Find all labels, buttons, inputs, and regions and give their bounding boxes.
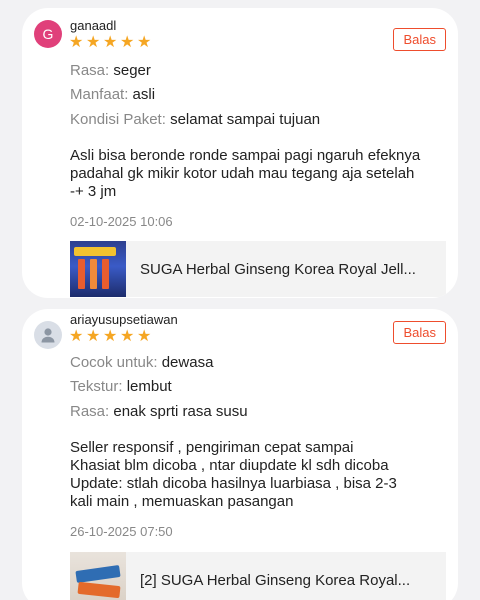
star-icon: ★ bbox=[120, 328, 135, 345]
review-text-line: padahal gk mikir kotor udah mau tegang a… bbox=[70, 165, 415, 182]
star-icon: ★ bbox=[137, 34, 152, 51]
review-text-line: kali main , memuaskan pasangan bbox=[70, 493, 294, 510]
reply-button[interactable]: Balas bbox=[393, 321, 446, 344]
attribute-key: Rasa: bbox=[70, 62, 110, 79]
star-icon: ★ bbox=[69, 34, 84, 51]
attribute-value: selamat sampai tujuan bbox=[170, 111, 321, 128]
review-date: 26-10-2025 07:50 bbox=[70, 524, 173, 539]
review-text: Seller responsif , pengiriman cepat samp… bbox=[70, 439, 450, 511]
attribute-value: lembut bbox=[126, 378, 172, 395]
review-card: G ganaadl ★ ★ ★ ★ ★ Balas Rasa: seger Ma… bbox=[22, 8, 458, 298]
review-attribute: Kondisi Paket: selamat sampai tujuan bbox=[70, 111, 320, 128]
attribute-key: Kondisi Paket: bbox=[70, 111, 166, 128]
attribute-key: Manfaat: bbox=[70, 86, 129, 103]
product-name: [2] SUGA Herbal Ginseng Korea Royal... bbox=[140, 571, 411, 589]
star-icon: ★ bbox=[103, 328, 118, 345]
review-attribute: Cocok untuk: dewasa bbox=[70, 354, 213, 371]
review-attribute: Rasa: seger bbox=[70, 62, 151, 79]
attribute-value: seger bbox=[113, 62, 151, 79]
star-icon: ★ bbox=[103, 34, 118, 51]
product-link[interactable]: SUGA Herbal Ginseng Korea Royal Jell... bbox=[70, 241, 446, 297]
product-name: SUGA Herbal Ginseng Korea Royal Jell... bbox=[140, 260, 416, 278]
star-icon: ★ bbox=[120, 34, 135, 51]
avatar-letter: G bbox=[42, 26, 54, 42]
star-icon: ★ bbox=[137, 328, 152, 345]
review-attribute: Manfaat: asli bbox=[70, 86, 155, 103]
star-icon: ★ bbox=[86, 328, 101, 345]
review-attribute: Rasa: enak sprti rasa susu bbox=[70, 403, 248, 420]
review-card: ariayusupsetiawan ★ ★ ★ ★ ★ Balas Cocok … bbox=[22, 309, 458, 600]
review-text-line: -+ 3 jm bbox=[70, 183, 117, 200]
review-text-line: Asli bisa beronde ronde sampai pagi ngar… bbox=[70, 147, 421, 164]
reviewer-username: ganaadl bbox=[70, 18, 117, 33]
product-thumbnail bbox=[70, 241, 126, 297]
attribute-key: Rasa: bbox=[70, 403, 110, 420]
review-text-line: Seller responsif , pengiriman cepat samp… bbox=[70, 439, 354, 456]
product-link[interactable]: [2] SUGA Herbal Ginseng Korea Royal... bbox=[70, 552, 446, 600]
product-thumbnail bbox=[70, 552, 126, 600]
review-date: 02-10-2025 10:06 bbox=[70, 214, 173, 229]
reviewer-username: ariayusupsetiawan bbox=[70, 312, 178, 327]
avatar[interactable] bbox=[34, 321, 62, 349]
attribute-value: asli bbox=[132, 86, 156, 103]
rating-stars: ★ ★ ★ ★ ★ bbox=[69, 328, 152, 345]
attribute-key: Cocok untuk: bbox=[70, 354, 158, 371]
review-text-line: Khasiat blm dicoba , ntar diupdate kl sd… bbox=[70, 457, 389, 474]
attribute-value: dewasa bbox=[161, 354, 214, 371]
star-icon: ★ bbox=[69, 328, 84, 345]
reply-button[interactable]: Balas bbox=[393, 28, 446, 51]
star-icon: ★ bbox=[86, 34, 101, 51]
user-icon bbox=[41, 328, 55, 343]
review-text: Asli bisa beronde ronde sampai pagi ngar… bbox=[70, 147, 450, 201]
attribute-value: enak sprti rasa susu bbox=[113, 403, 248, 420]
avatar[interactable]: G bbox=[34, 20, 62, 48]
review-attribute: Tekstur: lembut bbox=[70, 378, 172, 395]
review-text-line: Update: stlah dicoba hasilnya luarbiasa … bbox=[70, 475, 397, 492]
rating-stars: ★ ★ ★ ★ ★ bbox=[69, 34, 152, 51]
attribute-key: Tekstur: bbox=[70, 378, 123, 395]
